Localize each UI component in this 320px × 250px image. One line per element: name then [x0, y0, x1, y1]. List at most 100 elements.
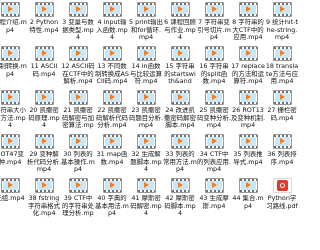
file-item[interactable]: 25 凯撒密码变种分析.mp4	[197, 86, 231, 130]
file-name: 4 input输入函数.mp4	[96, 19, 128, 42]
file-item[interactable]: 8 字符串的大CTF中的应用.mp4	[231, 0, 265, 42]
file-item[interactable]: 31 map函数.mp4	[95, 130, 129, 174]
file-item[interactable]: 4 input输入函数.mp4	[95, 0, 129, 42]
file-item[interactable]: 33 列表的常用方法.mp4	[163, 130, 197, 174]
file-name: 26 ROT13及变种机制.mp4	[231, 107, 265, 130]
video-file-icon	[34, 46, 54, 61]
file-name: 31 map函数.mp4	[96, 151, 128, 166]
file-name: 44 集合.mp4	[232, 195, 264, 210]
file-name: 11 ASCII码.mp4	[30, 63, 58, 78]
file-item[interactable]: 18 translate方法与应用.mp4	[265, 42, 299, 86]
video-file-icon	[170, 2, 190, 17]
file-name: 32 生成解题脚本.mp4	[130, 151, 162, 174]
file-item[interactable]: 12 ASCII码在CTF中的解析.mp4	[61, 42, 95, 86]
video-file-icon	[238, 134, 258, 149]
file-item[interactable]: 11 ASCII码.mp4	[27, 42, 61, 86]
video-file-icon	[102, 2, 122, 17]
video-file-icon	[68, 134, 88, 149]
file-item[interactable]: 数制转换.mp4	[0, 42, 27, 86]
file-item[interactable]: 34 CTF中的列表应用.mp4	[197, 130, 231, 174]
video-file-icon	[0, 2, 20, 17]
video-file-icon	[68, 178, 88, 193]
file-name: 34 CTF中的列表应用.mp4	[197, 151, 231, 174]
file-item[interactable]: 21 凯撒密码解密与加密算法.mp4	[61, 86, 95, 130]
file-item[interactable]: 5 print输出和for循环.mp4	[129, 0, 163, 42]
file-item[interactable]: 17 replace的方法和运算符.mp4	[231, 42, 265, 86]
file-item[interactable]: 26 ROT13及变种机制.mp4	[231, 86, 265, 130]
video-file-icon	[136, 46, 156, 61]
file-item[interactable]: 44 集合.mp4	[231, 174, 265, 218]
file-item[interactable]: 13 不同数制转换成ASCII码.mp4	[95, 42, 129, 86]
video-file-icon	[238, 90, 258, 105]
file-item[interactable]: 16 字符串的split函数.mp4	[197, 42, 231, 86]
file-name: 6 课程回顾与作业.mp4	[164, 19, 196, 42]
file-name: 14 in函数与比较运算符.mp4	[130, 63, 162, 86]
video-file-icon	[204, 2, 224, 17]
file-item[interactable]: 6 课程回顾与作业.mp4	[163, 0, 197, 42]
file-item[interactable]: 字符串大小写方法.mp4	[0, 86, 27, 130]
file-name: 5 print输出和for循环.mp4	[129, 19, 163, 42]
file-grid: 课程介绍.mp42 Python特性.mp43 变量与数据类型.mp44 inp…	[0, 0, 299, 218]
video-file-icon	[204, 46, 224, 61]
video-file-icon	[272, 2, 292, 17]
file-name: 41 摩斯密码解密.mp4	[130, 195, 162, 218]
file-item[interactable]: 7 字符串变引号切片.mp4	[197, 0, 231, 42]
file-item[interactable]: 23 凯撒密码题目分析.mp4	[129, 86, 163, 130]
file-item[interactable]: 40 字典的基本用法.mp4	[95, 174, 129, 218]
video-file-icon	[272, 90, 292, 105]
file-item[interactable]: 41 摩斯密码解密.mp4	[129, 174, 163, 218]
video-file-icon	[136, 134, 156, 149]
file-item[interactable]: 22 凯撒密码解析代码分析.mp4	[95, 86, 129, 130]
file-name: 27 栅栏密码.mp4	[267, 107, 297, 122]
file-item[interactable]: Python学习路线.pdf	[265, 174, 299, 218]
file-item[interactable]: 3 变量与数据类型.mp4	[61, 0, 95, 42]
video-file-icon	[34, 134, 54, 149]
file-item[interactable]: 43 生成摩斯.mp4	[197, 174, 231, 218]
file-item[interactable]: ROT47变种.mp4	[0, 130, 27, 174]
file-item[interactable]: 2 Python特性.mp4	[27, 0, 61, 42]
file-name: 8 字符串的大CTF中的应用.mp4	[232, 19, 264, 42]
file-item[interactable]: 24 改进凯撒密码解密脚本.mp4	[163, 86, 197, 130]
file-item[interactable]: 15 字符串的startswith&ands....mp4	[163, 42, 197, 86]
file-name: 24 改进凯撒密码解密脚本.mp4	[164, 107, 196, 130]
file-name: 36 列表排序.mp4	[267, 151, 297, 166]
file-name: 2 Python特性.mp4	[29, 19, 59, 34]
file-item[interactable]: 39 CTF中的字符串处理分析.mp4	[61, 174, 95, 218]
video-file-icon	[204, 134, 224, 149]
file-name: 12 ASCII码在CTF中的解析.mp4	[61, 63, 95, 86]
file-item[interactable]: 36 列表排序.mp4	[265, 130, 299, 174]
video-file-icon	[0, 90, 20, 105]
file-name: 元组.mp4	[0, 195, 25, 202]
file-name: 字符串大小写方法.mp4	[0, 107, 26, 130]
video-file-icon	[170, 178, 190, 193]
video-file-icon	[102, 90, 122, 105]
file-name: 9 统计hit-the-string.mp4	[265, 19, 299, 42]
video-file-icon	[68, 2, 88, 17]
video-file-icon	[170, 46, 190, 61]
file-item[interactable]: 9 统计hit-the-string.mp4	[265, 0, 299, 42]
video-file-icon	[0, 178, 20, 193]
file-item[interactable]: 42 摩斯密码脚本.mp4	[163, 174, 197, 218]
file-name: 课程介绍.mp4	[0, 19, 27, 34]
file-item[interactable]: 27 栅栏密码.mp4	[265, 86, 299, 130]
file-item[interactable]: 29 变种解析代码分析.mp4	[27, 130, 61, 174]
video-file-icon	[136, 90, 156, 105]
video-file-icon	[238, 178, 258, 193]
file-item[interactable]: 38 fstring字符串格式化.mp4	[27, 174, 61, 218]
file-name: 13 不同数制转换成ASCII码.mp4	[95, 63, 129, 86]
file-name: ROT47变种.mp4	[0, 151, 24, 166]
video-file-icon	[0, 134, 20, 149]
file-name: 33 列表的常用方法.mp4	[163, 151, 197, 174]
file-name: 20 凯撒密码原理.mp4	[28, 107, 60, 130]
file-item[interactable]: 30 列表的基本操作.mp4	[61, 130, 95, 174]
file-name: 18 translate方法与应用.mp4	[265, 63, 299, 86]
file-item[interactable]: 32 生成解题脚本.mp4	[129, 130, 163, 174]
file-item[interactable]: 35 列表推导式.mp4	[231, 130, 265, 174]
file-item[interactable]: 元组.mp4	[0, 174, 27, 218]
file-explorer-view: 课程介绍.mp42 Python特性.mp43 变量与数据类型.mp44 inp…	[0, 0, 300, 250]
file-item[interactable]: 20 凯撒密码原理.mp4	[27, 86, 61, 130]
file-item[interactable]: 课程介绍.mp4	[0, 0, 27, 42]
video-file-icon	[272, 134, 292, 149]
video-file-icon	[136, 178, 156, 193]
file-item[interactable]: 14 in函数与比较运算符.mp4	[129, 42, 163, 86]
